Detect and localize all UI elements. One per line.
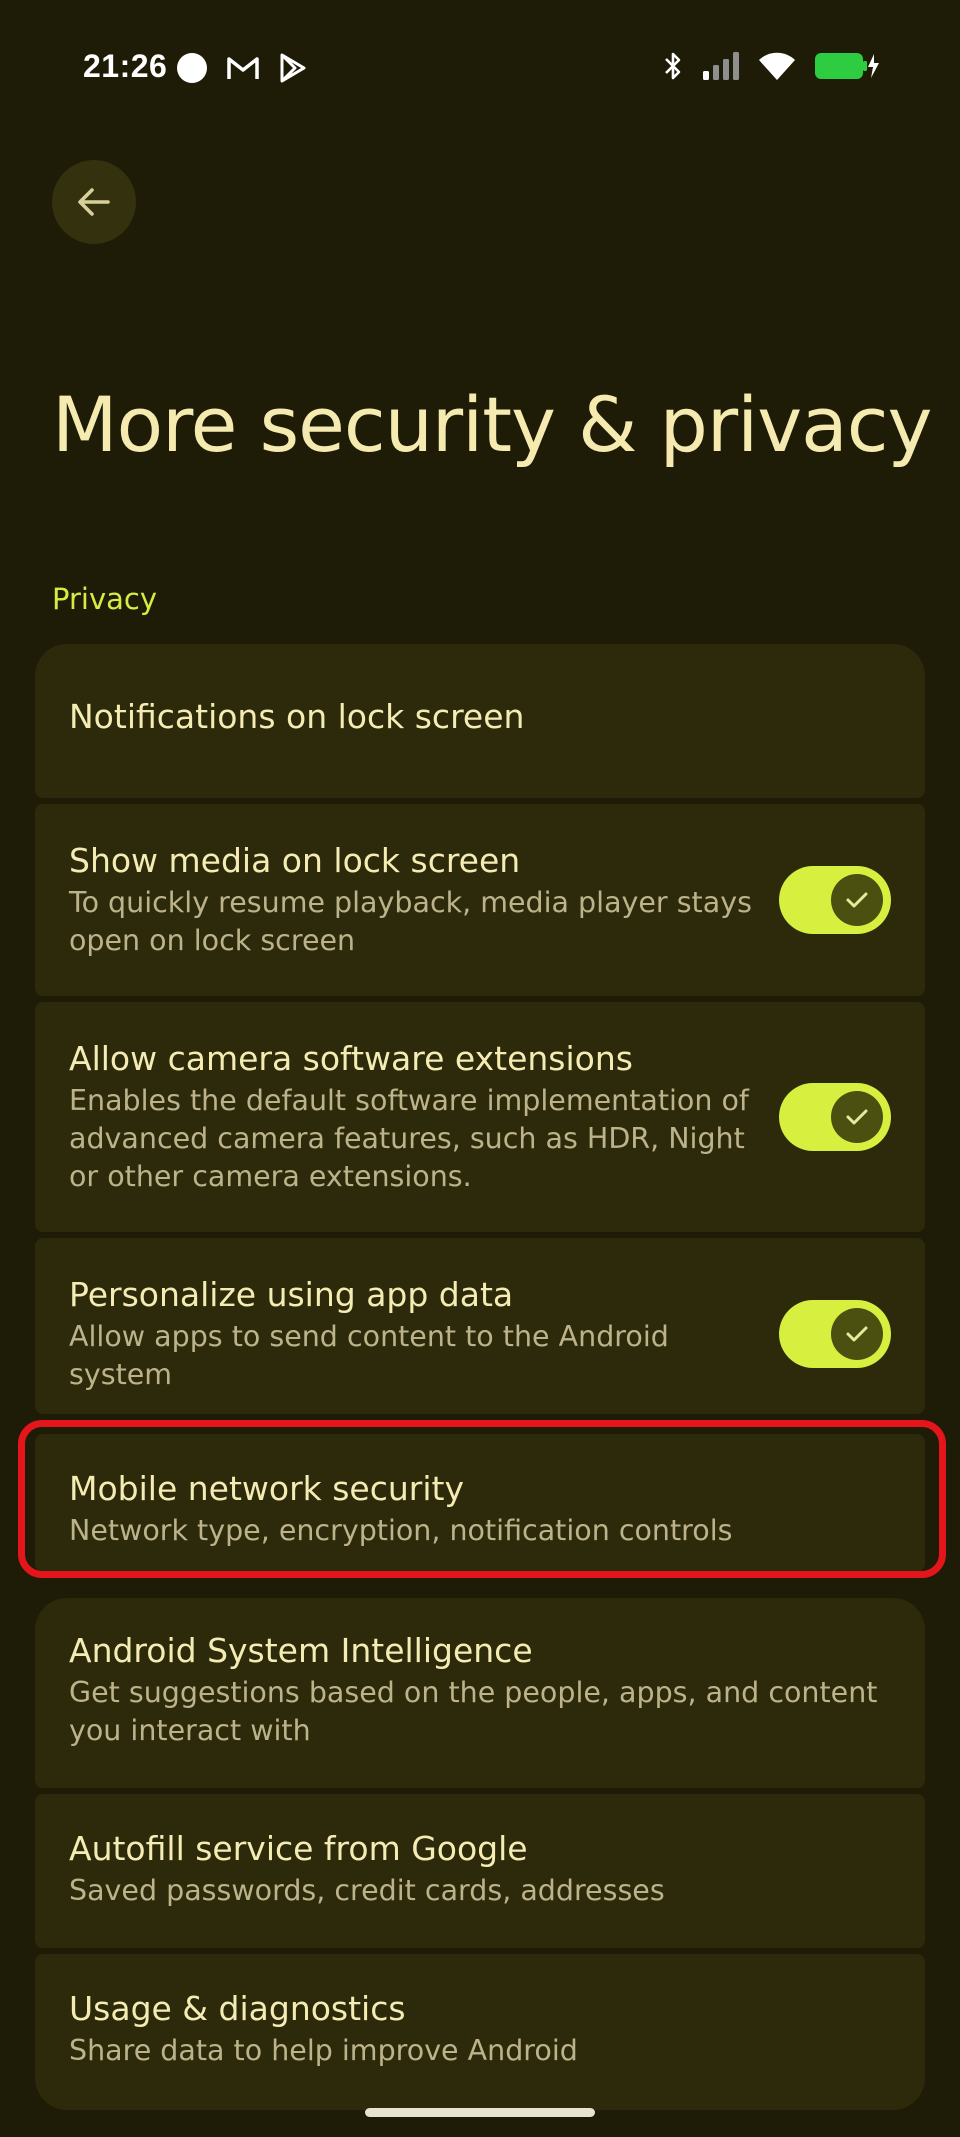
toggle-thumb [831, 874, 883, 926]
setting-title: Notifications on lock screen [69, 697, 525, 736]
status-right-icons [662, 50, 880, 82]
bluetooth-icon [662, 50, 684, 82]
setting-notifications-on-lock-screen[interactable]: Notifications on lock screen [35, 644, 925, 798]
record-dot-icon [176, 52, 208, 84]
play-store-icon [278, 52, 308, 84]
setting-subtitle: Share data to help improve Android [69, 2034, 578, 2067]
setting-show-media-on-lock-screen[interactable]: Show media on lock screen To quickly res… [35, 804, 925, 996]
setting-subtitle: Enables the default software implementat… [69, 1084, 749, 1193]
check-icon [843, 1103, 871, 1131]
setting-subtitle: Allow apps to send content to the Androi… [69, 1320, 669, 1391]
setting-allow-camera-software-extensions[interactable]: Allow camera software extensions Enables… [35, 1002, 925, 1232]
show-media-toggle[interactable] [779, 866, 891, 934]
status-left-icons [176, 52, 308, 84]
personalize-toggle[interactable] [779, 1300, 891, 1368]
setting-title: Usage & diagnostics [69, 1989, 406, 2028]
section-header-privacy: Privacy [52, 582, 157, 616]
camera-extensions-toggle[interactable] [779, 1083, 891, 1151]
setting-title: Android System Intelligence [69, 1631, 533, 1670]
status-bar: 21:26 [0, 0, 960, 120]
back-button[interactable] [52, 160, 136, 244]
check-icon [843, 1320, 871, 1348]
toggle-thumb [831, 1308, 883, 1360]
wifi-icon [758, 51, 796, 81]
status-time: 21:26 [83, 48, 168, 84]
setting-subtitle: Saved passwords, credit cards, addresses [69, 1874, 665, 1907]
page-title: More security & privacy [52, 380, 932, 469]
toggle-thumb [831, 1091, 883, 1143]
setting-title: Personalize using app data [69, 1275, 514, 1314]
setting-autofill-service[interactable]: Autofill service from Google Saved passw… [35, 1794, 925, 1948]
setting-personalize-using-app-data[interactable]: Personalize using app data Allow apps to… [35, 1238, 925, 1414]
battery-charging-icon [814, 50, 880, 82]
setting-title: Mobile network security [69, 1469, 465, 1508]
setting-title: Autofill service from Google [69, 1829, 528, 1868]
signal-icon [702, 51, 740, 81]
setting-title: Show media on lock screen [69, 841, 521, 880]
home-indicator[interactable] [365, 2108, 595, 2117]
setting-subtitle: Get suggestions based on the people, app… [69, 1676, 878, 1747]
gmail-icon [226, 54, 260, 82]
check-icon [843, 886, 871, 914]
setting-usage-and-diagnostics[interactable]: Usage & diagnostics Share data to help i… [35, 1954, 925, 2110]
setting-title: Allow camera software extensions [69, 1039, 633, 1078]
setting-subtitle: Network type, encryption, notification c… [69, 1514, 733, 1547]
setting-mobile-network-security[interactable]: Mobile network security Network type, en… [35, 1434, 925, 1572]
arrow-left-icon [74, 182, 114, 222]
setting-subtitle: To quickly resume playback, media player… [69, 886, 752, 957]
setting-android-system-intelligence[interactable]: Android System Intelligence Get suggesti… [35, 1598, 925, 1788]
